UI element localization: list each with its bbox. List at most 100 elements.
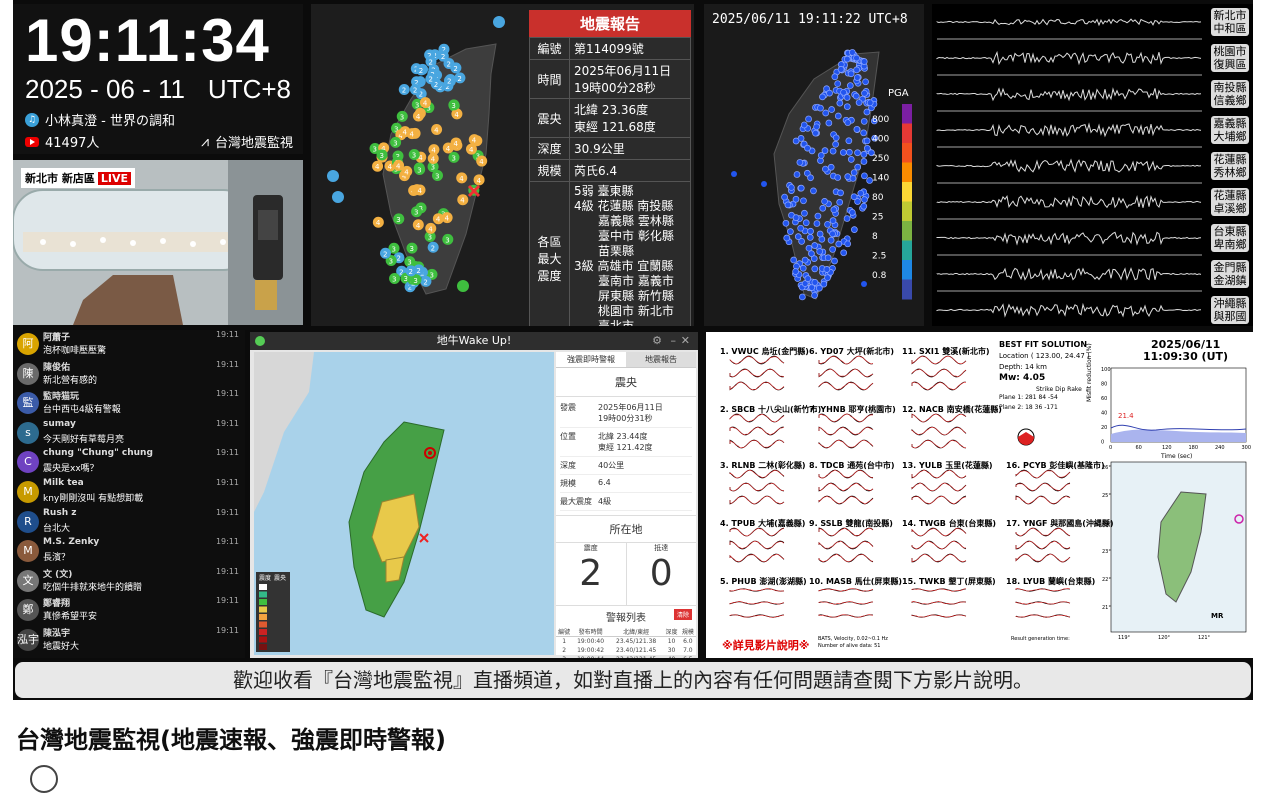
station-town: 大埔鄉 bbox=[1213, 130, 1247, 143]
alert-list-header: 深度 bbox=[663, 627, 680, 637]
video-title[interactable]: 台灣地震監視(地震速報、強震即時警報) bbox=[16, 720, 446, 755]
intensity-map-panel: 3324332433433342342443343424243342432422… bbox=[311, 4, 694, 326]
clock-panel: 19:11:34 2025 - 06 - 11 UTC+8 ♫ 小林真澄 - 世… bbox=[13, 4, 303, 154]
chat-author[interactable]: M.S. Zenky bbox=[43, 537, 99, 547]
bats-synthetic-trace bbox=[729, 482, 785, 492]
misfit-xtick: 180 bbox=[1189, 445, 1199, 451]
alert-list-row[interactable]: 319:00:4423.42/121.45406.5 bbox=[556, 655, 696, 658]
close-icon[interactable]: ✕ bbox=[681, 334, 690, 347]
earthquake-report-title: 地震報告 bbox=[529, 10, 691, 37]
pga-station-dot bbox=[853, 54, 860, 62]
bats-station-label: 6. YD07 大坪(新北市) bbox=[809, 347, 895, 356]
chat-author[interactable]: 監時猫玩 bbox=[43, 389, 79, 402]
pga-station-dot bbox=[731, 171, 737, 177]
chat-text: 台中西屯4級有警報 bbox=[43, 405, 121, 416]
bats-synthetic-trace bbox=[911, 368, 967, 378]
waveform-trace bbox=[936, 122, 1202, 138]
map-lat-label: 21° bbox=[1102, 605, 1111, 611]
chat-author[interactable]: Milk tea bbox=[43, 478, 84, 488]
mr-legend: MR bbox=[1211, 612, 1224, 620]
pga-station-dot bbox=[799, 293, 806, 301]
pga-station-dot bbox=[811, 242, 819, 249]
intensity-legend-swatch bbox=[259, 636, 267, 643]
svg-text:4: 4 bbox=[428, 225, 433, 233]
bats-station-label: 2. SBCB 十八尖山(新竹市) bbox=[720, 405, 822, 414]
intensity-legend-swatch bbox=[259, 606, 267, 613]
svg-text:4: 4 bbox=[434, 127, 439, 135]
pga-station-dot bbox=[861, 281, 867, 287]
epicenter-field-key: 位置 bbox=[560, 432, 576, 441]
pga-station-dot bbox=[797, 224, 805, 232]
pga-station-dot bbox=[813, 220, 821, 227]
station-intensity-marker: 3 bbox=[431, 170, 443, 182]
station-intensity-marker: 2 bbox=[454, 72, 466, 84]
tab-realtime-alert[interactable]: 強震即時警報 bbox=[556, 352, 626, 367]
station-intensity-marker: 3 bbox=[414, 164, 426, 176]
station-intensity-marker: 4 bbox=[456, 172, 468, 184]
clear-list-button[interactable]: 清除 bbox=[673, 609, 692, 620]
epicenter-field-key: 最大震度 bbox=[560, 497, 592, 506]
chat-author[interactable]: chung "Chung" chung bbox=[43, 448, 153, 458]
chat-author[interactable]: 文 (文) bbox=[43, 567, 72, 580]
misfit-xtick: 120 bbox=[1162, 445, 1172, 451]
pga-station-dot bbox=[782, 219, 790, 227]
pga-station-dot bbox=[836, 99, 844, 107]
station-county: 新北市 bbox=[1213, 9, 1247, 22]
waveform-trace bbox=[936, 158, 1202, 173]
station-town: 金湖鎮 bbox=[1213, 274, 1247, 287]
clock-date: 2025 - 06 - 11 bbox=[25, 74, 185, 104]
station-intensity-marker: 4 bbox=[476, 155, 488, 167]
bats-synthetic-trace bbox=[729, 413, 785, 423]
svg-text:2: 2 bbox=[431, 244, 435, 252]
station-intensity-marker: 4 bbox=[441, 212, 453, 224]
chat-author[interactable]: Rush z bbox=[43, 508, 76, 518]
chat-text: 吃個牛排就來地牛的饋贈 bbox=[43, 582, 143, 593]
livestream-video[interactable]: 19:11:34 2025 - 06 - 11 UTC+8 ♫ 小林真澄 - 世… bbox=[13, 0, 1253, 700]
pga-station-dot bbox=[840, 249, 848, 257]
alert-list-title: 警報列表 bbox=[606, 613, 646, 624]
station-intensity-marker: 2 bbox=[409, 83, 421, 95]
bats-station-label: 9. SSLB 雙龍(南投縣) bbox=[809, 519, 893, 528]
svg-text:4: 4 bbox=[477, 177, 482, 185]
report-value: 30.9公里 bbox=[569, 137, 691, 160]
pga-station-dot bbox=[761, 181, 767, 187]
pga-station-dot bbox=[792, 268, 799, 275]
pga-station-dot bbox=[847, 70, 855, 78]
bfs-location: Location ( 123.00, 24.47 ) bbox=[999, 352, 1090, 360]
chat-text: 今天剛好有草莓月亮 bbox=[43, 434, 125, 445]
report-value: 北緯 23.36度 東經 121.68度 bbox=[569, 98, 691, 138]
misfit-ytick: 20 bbox=[1101, 425, 1107, 431]
bats-station-label: 12. NACB 南安橋(花蓮縣) bbox=[902, 405, 1002, 414]
chat-author[interactable]: 陳俊佑 bbox=[43, 360, 70, 373]
station-intensity-marker: 4 bbox=[412, 110, 424, 122]
pga-station-dot bbox=[844, 119, 852, 126]
chat-avatar: R bbox=[17, 510, 39, 533]
pga-station-dot bbox=[804, 275, 812, 282]
report-key: 編號 bbox=[529, 37, 570, 60]
bats-synthetic-trace bbox=[911, 553, 967, 563]
svg-text:2: 2 bbox=[428, 76, 432, 84]
webcam-location: 新北市 新店區 bbox=[25, 172, 95, 185]
station-town: 信義鄉 bbox=[1213, 94, 1247, 107]
station-intensity-marker: 4 bbox=[414, 184, 426, 196]
svg-text:2: 2 bbox=[396, 255, 400, 263]
channel-avatar[interactable] bbox=[30, 765, 58, 793]
tab-eq-report[interactable]: 地震報告 bbox=[626, 352, 696, 367]
svg-text:2: 2 bbox=[423, 278, 427, 286]
chat-author[interactable]: 鄭睿翔 bbox=[43, 596, 70, 609]
pga-tick-label: 400 bbox=[872, 135, 889, 145]
pga-tick-label: 0.8 bbox=[872, 271, 887, 281]
pga-station-dot bbox=[801, 209, 808, 217]
alert-list-row[interactable]: 2 19:00:42 23.40/121.45 30 7.0 bbox=[556, 646, 696, 655]
alert-list-cell: 2 bbox=[562, 647, 567, 654]
chat-author[interactable]: 阿蕭子 bbox=[43, 330, 70, 343]
pga-colorbar-segment bbox=[902, 143, 912, 163]
waveform-panel: 新北市 中和區 桃園市 復興區 南投縣 信義鄉 嘉義縣 大埔鄉 花蓮縣 秀林鄉 花蓮縣 卓溪鄉 台東縣卑… bbox=[932, 4, 1253, 326]
chat-author[interactable]: 陳泓宇 bbox=[43, 626, 70, 639]
settings-icon[interactable]: ⚙ bbox=[652, 334, 662, 347]
station-intensity-marker: 4 bbox=[419, 97, 431, 109]
alert-list-row[interactable]: 1 19:00:40 23.45/121.38 10 6.0 bbox=[556, 637, 696, 647]
pga-station-dot bbox=[860, 158, 868, 165]
minimize-icon[interactable]: – bbox=[671, 334, 677, 347]
chat-author[interactable]: sumay bbox=[43, 419, 76, 429]
